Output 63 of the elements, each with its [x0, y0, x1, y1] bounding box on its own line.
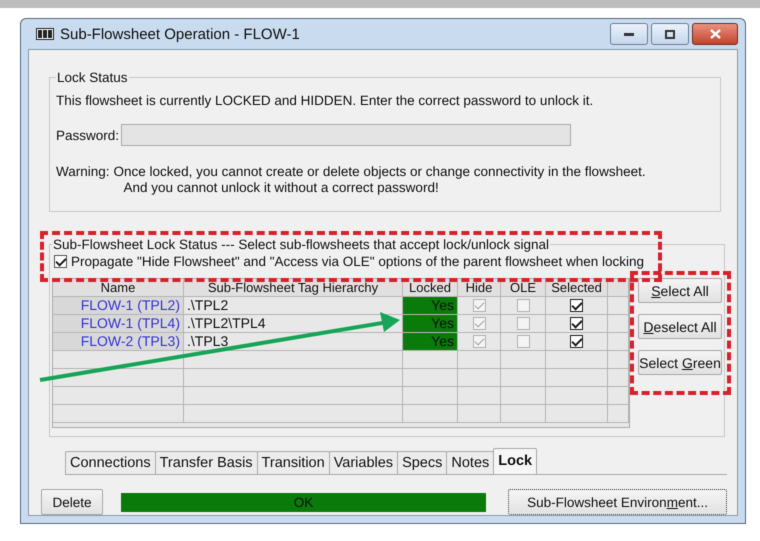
sub-flowsheet-environment-button[interactable]: Sub-Flowsheet Environment...	[508, 489, 727, 515]
column-header: Hide	[458, 279, 501, 297]
maximize-icon	[665, 30, 675, 38]
lock-message: This flowsheet is currently LOCKED and HIDDEN. Enter the correct password to unlock it.	[56, 93, 594, 108]
ole-checkbox[interactable]	[516, 335, 530, 348]
table-cell: Yes	[403, 333, 458, 351]
empty-cell	[403, 405, 458, 423]
ole-checkbox[interactable]	[516, 317, 530, 330]
empty-cell	[501, 369, 546, 387]
warning-text: And you cannot unlock it without a correct password!	[122, 180, 440, 196]
group-title: Lock Status	[56, 70, 129, 85]
group-title: Sub-Flowsheet Lock Status --- Select sub-flowsheets that accept lock/unlock signal	[52, 237, 550, 252]
empty-cell	[546, 387, 608, 405]
tab[interactable]: Transfer Basis	[154, 451, 258, 474]
empty-cell	[458, 387, 501, 405]
table-cell: .\TPL3	[184, 333, 403, 351]
empty-cell	[501, 387, 546, 405]
selected-checkbox[interactable]	[570, 335, 583, 348]
warning-text: Once locked, you cannot create or delete objects or change connectivity in the flowsheet.	[114, 164, 646, 180]
table-cell: Yes	[403, 315, 458, 333]
password-label: Password:	[56, 128, 120, 142]
empty-cell	[546, 405, 608, 423]
tab[interactable]: Notes	[446, 451, 494, 474]
tab[interactable]: Lock	[493, 448, 538, 474]
propagate-checkbox[interactable]	[54, 255, 67, 268]
empty-cell	[403, 351, 458, 369]
hide-checkbox[interactable]	[472, 317, 486, 330]
hide-checkbox[interactable]	[472, 299, 486, 312]
minimize-icon	[624, 32, 634, 36]
minimize-button[interactable]	[610, 23, 648, 45]
tab[interactable]: Variables	[328, 451, 398, 474]
side-button[interactable]: Select All	[638, 278, 722, 303]
tab[interactable]: Specs	[397, 451, 448, 474]
window-title: Sub-Flowsheet Operation - FLOW-1	[60, 26, 301, 42]
empty-cell	[546, 369, 608, 387]
selected-checkbox[interactable]	[570, 317, 583, 330]
side-button[interactable]: Deselect All	[638, 314, 722, 339]
table-cell: FLOW-1 (TPL2)	[53, 297, 184, 315]
status-text: OK	[292, 494, 314, 512]
warning-label: Warning:	[56, 164, 110, 181]
tab[interactable]: Connections	[65, 451, 156, 474]
side-button[interactable]: Select Green	[638, 350, 722, 375]
app-icon	[36, 28, 54, 40]
tab[interactable]: Transition	[256, 451, 330, 474]
close-icon	[710, 29, 720, 39]
empty-cell	[501, 405, 546, 423]
empty-cell	[458, 405, 501, 423]
delete-button[interactable]: Delete	[41, 489, 104, 515]
maximize-button[interactable]	[651, 23, 689, 45]
ole-checkbox[interactable]	[516, 299, 530, 312]
selected-checkbox[interactable]	[570, 299, 583, 312]
column-header: OLE	[501, 279, 546, 297]
propagate-label: Propagate "Hide Flowsheet" and "Access via OLE" options of the parent flowsheet when locking	[71, 254, 644, 269]
column-header: Name	[53, 279, 184, 297]
empty-cell	[458, 369, 501, 387]
table-cell: FLOW-2 (TPL3)	[53, 333, 184, 351]
table-cell: Yes	[403, 297, 458, 315]
column-header: Locked	[403, 279, 458, 297]
table-cell: FLOW-1 (TPL4)	[53, 315, 184, 333]
close-button[interactable]	[692, 23, 738, 45]
empty-cell	[403, 387, 458, 405]
empty-cell	[403, 369, 458, 387]
hide-checkbox[interactable]	[472, 335, 486, 348]
